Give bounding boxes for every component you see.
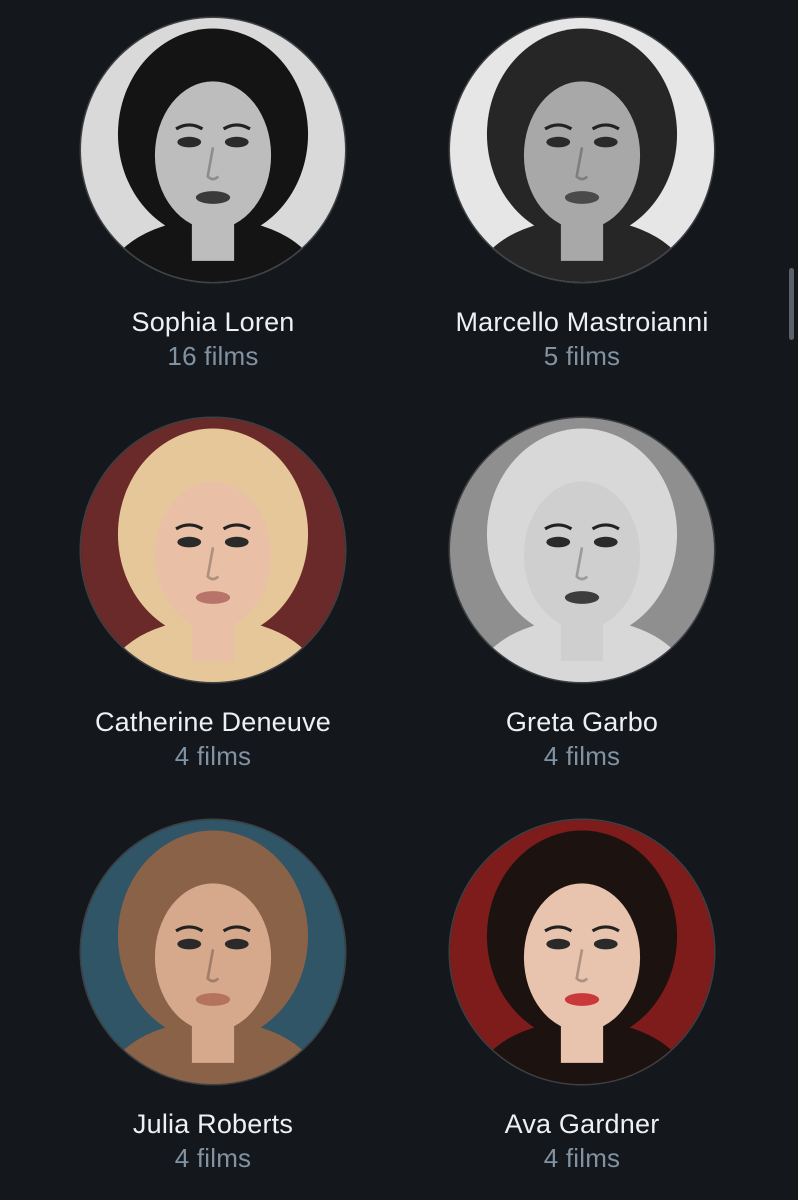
actor-photo[interactable] (450, 820, 714, 1084)
film-count: 16 films (167, 341, 259, 371)
actor-name[interactable]: Catherine Deneuve (33, 706, 393, 738)
actor-photo[interactable] (450, 418, 714, 682)
actor-name[interactable]: Greta Garbo (402, 706, 762, 738)
actor-name[interactable]: Sophia Loren (33, 306, 393, 338)
film-count: 4 films (543, 741, 621, 771)
scrollbar[interactable] (789, 268, 794, 340)
actor-photo[interactable] (450, 18, 714, 282)
portrait-bw-dark-hair-icon (81, 18, 345, 282)
actor-name[interactable]: Ava Gardner (402, 1108, 762, 1140)
portrait-color-brunette-icon (81, 820, 345, 1084)
actor-photo[interactable] (81, 18, 345, 282)
portrait-bw-hat-icon (450, 418, 714, 682)
actor-photo[interactable] (81, 418, 345, 682)
portrait-color-blonde-icon (81, 418, 345, 682)
portrait-bw-man-icon (450, 18, 714, 282)
portrait-color-dark-hair-icon (450, 820, 714, 1084)
film-count: 4 films (174, 741, 252, 771)
film-count: 5 films (543, 341, 621, 371)
film-count: 4 films (174, 1143, 252, 1173)
actor-photo[interactable] (81, 820, 345, 1084)
film-count: 4 films (543, 1143, 621, 1173)
actor-name[interactable]: Marcello Mastroianni (402, 306, 762, 338)
actors-grid: Sophia Loren 16 films Marcello Mastroian… (0, 0, 798, 1200)
actor-name[interactable]: Julia Roberts (33, 1108, 393, 1140)
